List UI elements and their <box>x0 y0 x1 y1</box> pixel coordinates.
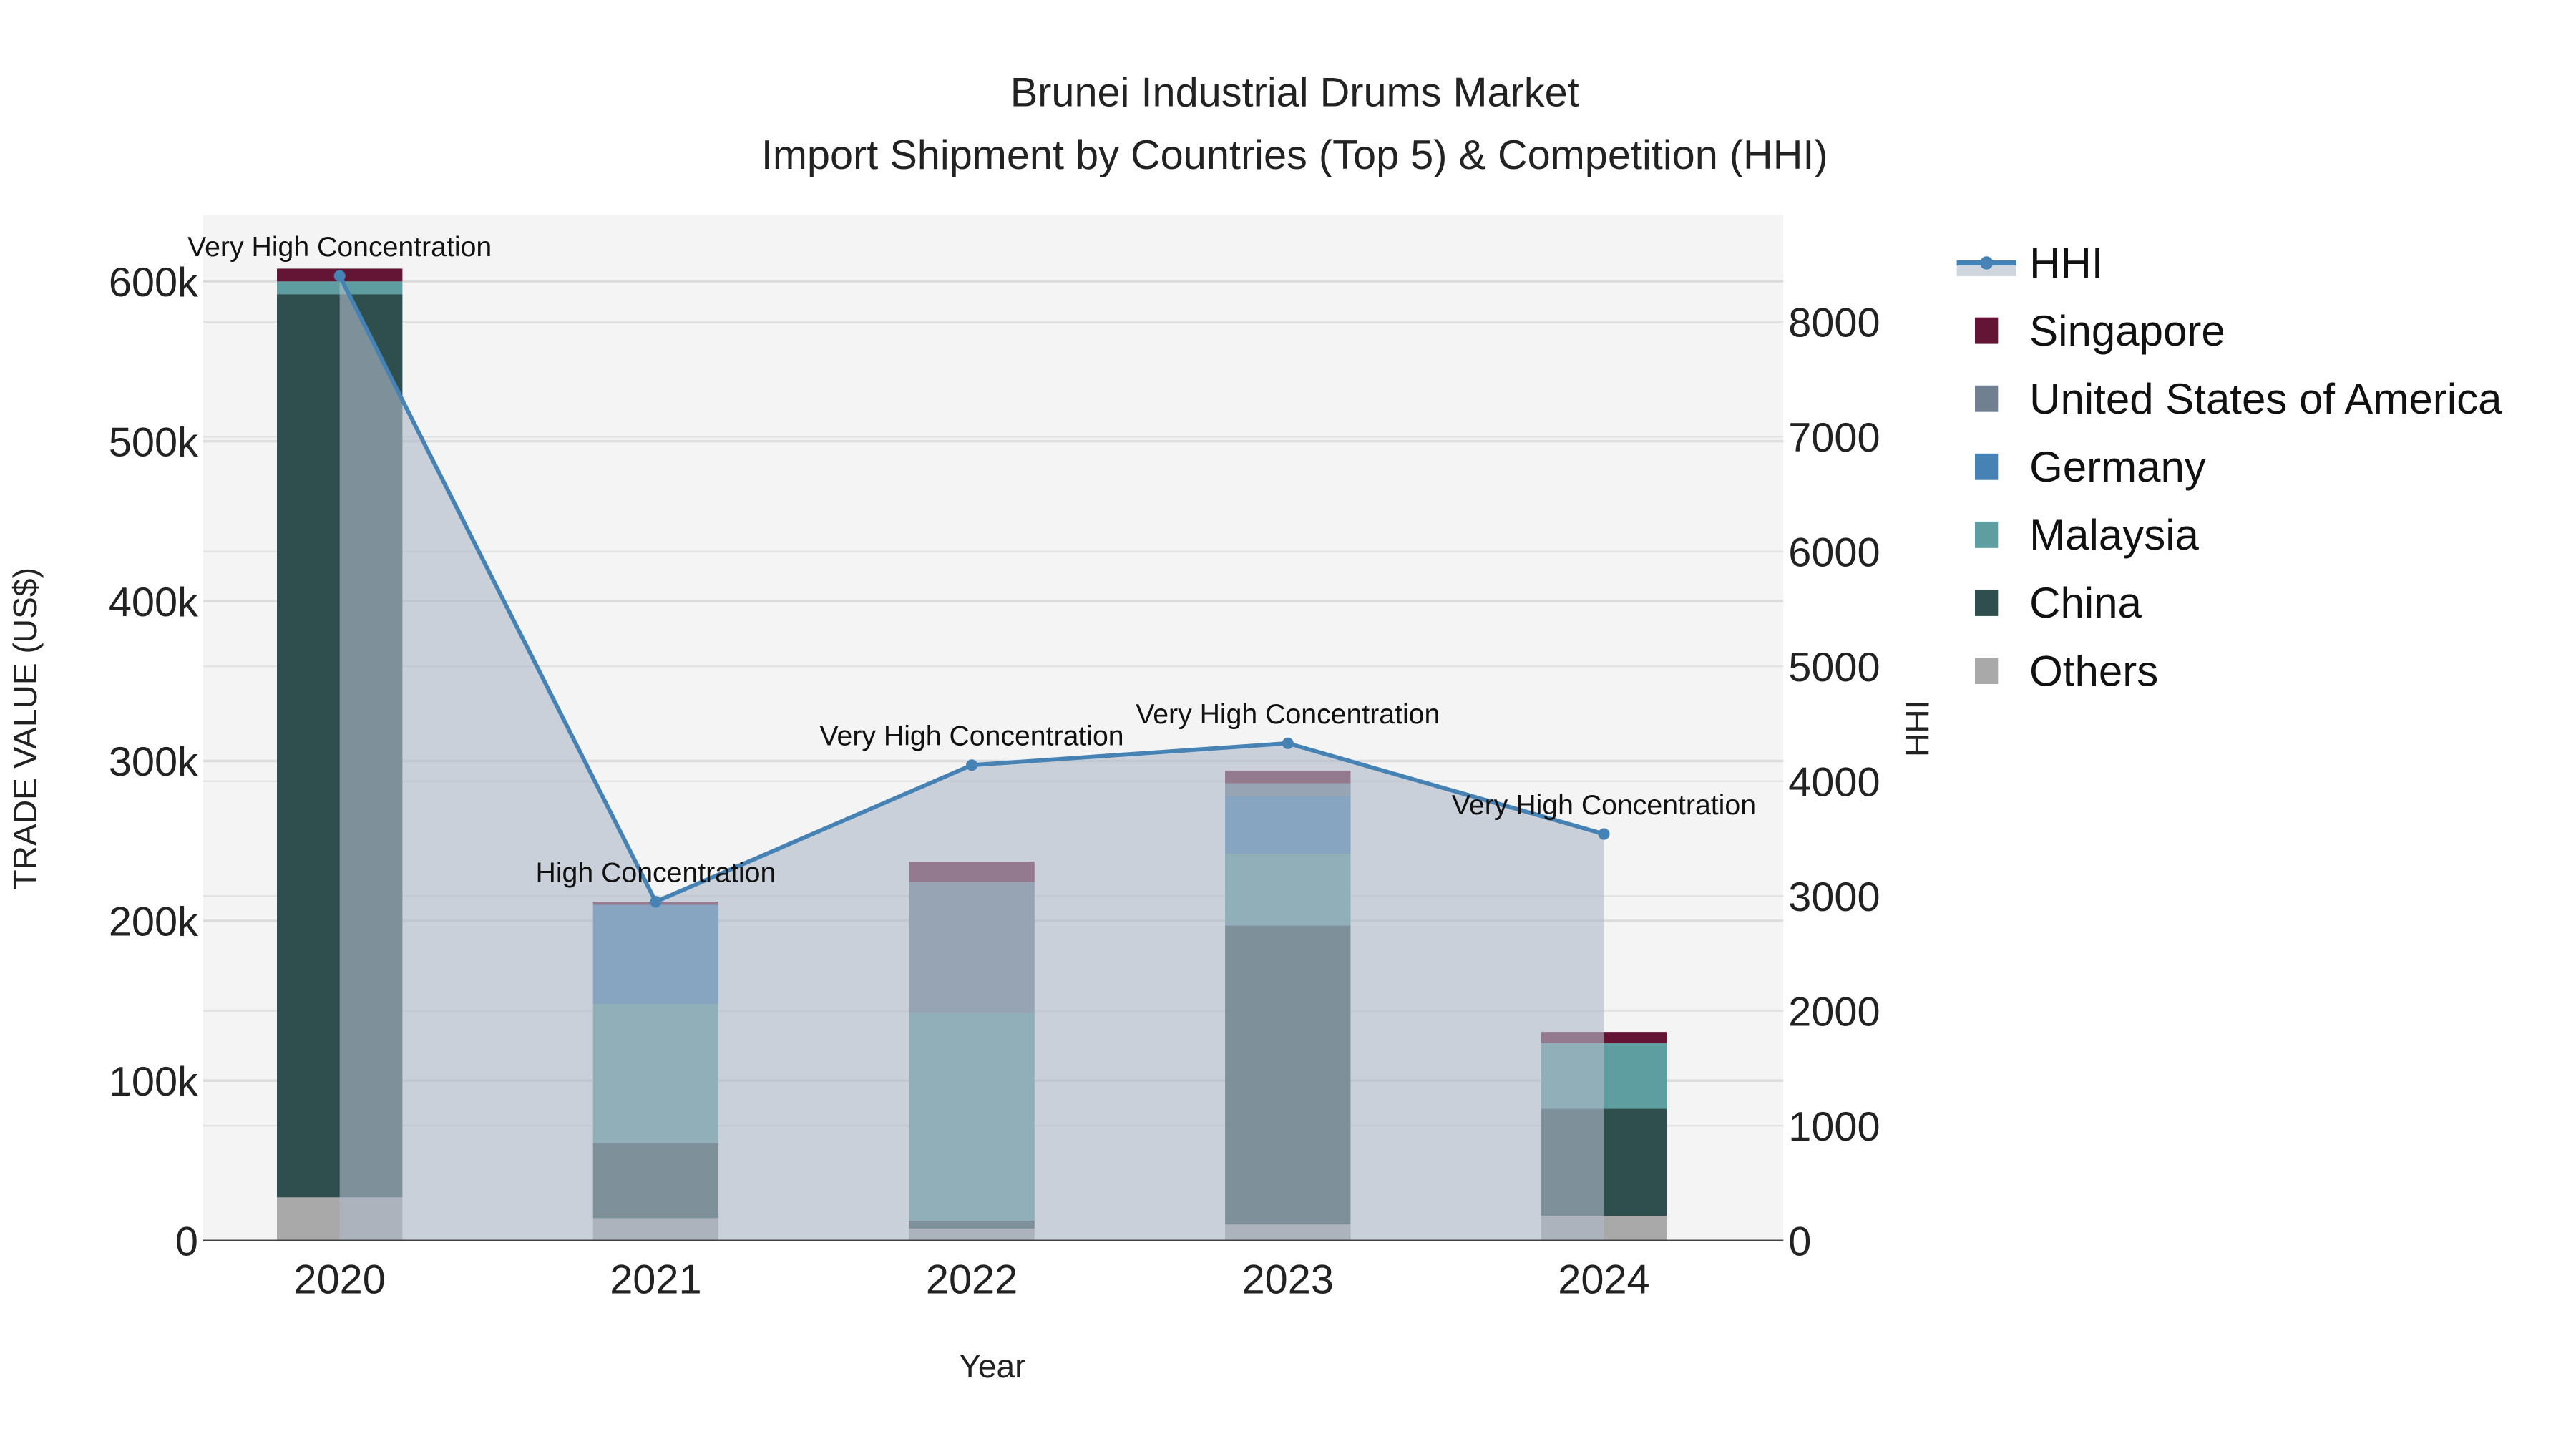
chart-title: Brunei Industrial Drums Market <box>1010 69 1579 115</box>
y2-tick-label: 7000 <box>1788 415 1880 461</box>
legend-swatch-china <box>1975 589 1999 616</box>
legend-swatch-malaysia <box>1975 521 1999 548</box>
x-axis: 2020 2021 2022 2023 2024 <box>294 1257 1650 1303</box>
x-tick-label: 2020 <box>294 1257 386 1303</box>
y2-tick-label: 0 <box>1788 1219 1811 1264</box>
y-tick-label: 400k <box>109 580 198 625</box>
legend-label-united-states-of-america: United States of America <box>2029 375 2502 423</box>
y2-tick-label: 3000 <box>1788 874 1880 920</box>
y-tick-label: 100k <box>109 1059 198 1105</box>
hhi-annotation: Very High Concentration <box>820 721 1124 752</box>
legend-label-singapore: Singapore <box>2029 307 2225 355</box>
y2-axis: 0 1000 2000 3000 4000 5000 6000 7000 8000 <box>1788 301 1880 1265</box>
x-tick-label: 2023 <box>1242 1257 1334 1303</box>
y-axis-label: TRADE VALUE (US$) <box>6 567 44 889</box>
y-tick-label: 0 <box>175 1219 198 1264</box>
legend-swatch-others <box>1975 658 1999 684</box>
legend-label-china: China <box>2029 579 2142 627</box>
legend-label-hhi: HHI <box>2029 239 2103 287</box>
legend-swatch-germany <box>1975 453 1999 480</box>
legend-swatch-united-states-of-america <box>1975 385 1999 412</box>
legend-label-germany: Germany <box>2029 443 2206 491</box>
hhi-annotation: High Concentration <box>536 857 776 889</box>
legend-label-malaysia: Malaysia <box>2029 511 2199 559</box>
hhi-point <box>333 270 346 282</box>
y2-tick-label: 2000 <box>1788 989 1880 1035</box>
legend-label-others: Others <box>2029 647 2158 695</box>
hhi-point <box>966 759 978 771</box>
y-tick-label: 200k <box>109 899 198 945</box>
hhi-point <box>1598 828 1610 840</box>
hhi-annotation: Very High Concentration <box>1136 698 1440 730</box>
legend-hhi-marker <box>1979 256 1994 270</box>
y2-tick-label: 1000 <box>1788 1104 1880 1150</box>
hhi-point <box>650 896 662 908</box>
y-tick-label: 600k <box>109 260 198 306</box>
legend: HHI Singapore United States of America Germ… <box>1956 239 2502 695</box>
hhi-annotation: Very High Concentration <box>187 231 492 263</box>
legend-swatch-singapore <box>1975 317 1999 344</box>
y2-tick-label: 5000 <box>1788 645 1880 691</box>
y2-tick-label: 8000 <box>1788 301 1880 346</box>
y-tick-label: 500k <box>109 419 198 465</box>
hhi-point <box>1282 737 1294 749</box>
y-axis: 0 100k 200k 300k 400k 500k 600k <box>109 260 198 1264</box>
x-tick-label: 2022 <box>926 1257 1018 1303</box>
y2-axis-label: HHI <box>1898 701 1936 757</box>
x-axis-label: Year <box>959 1347 1025 1385</box>
chart-subtitle: Import Shipment by Countries (Top 5) & C… <box>761 132 1828 178</box>
y2-tick-label: 4000 <box>1788 760 1880 806</box>
chart: Very High Concentration High Concentratio… <box>6 69 2502 1385</box>
hhi-annotation: Very High Concentration <box>1452 789 1756 821</box>
y-tick-label: 300k <box>109 739 198 785</box>
y2-tick-label: 6000 <box>1788 530 1880 576</box>
x-tick-label: 2024 <box>1558 1257 1649 1303</box>
x-tick-label: 2021 <box>610 1257 701 1303</box>
